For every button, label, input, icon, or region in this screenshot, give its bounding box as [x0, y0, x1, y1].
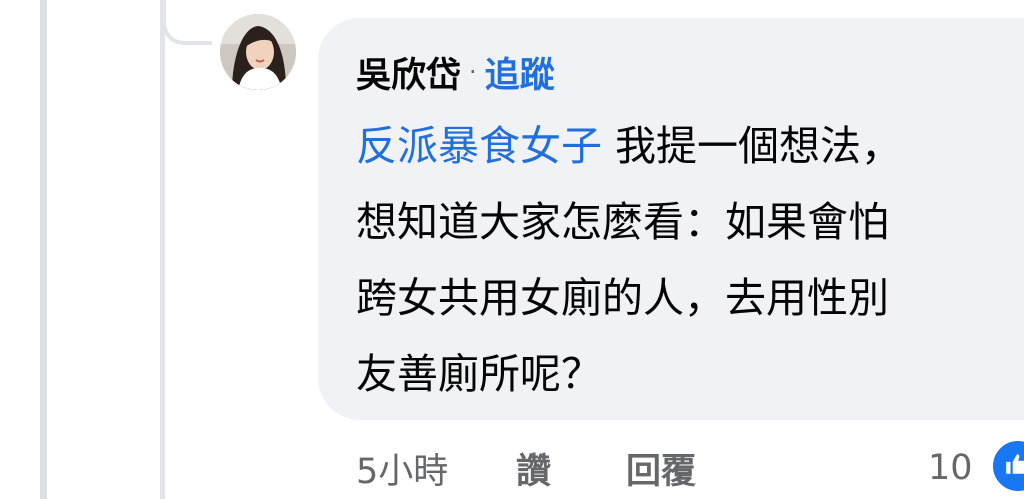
comment-header: 吳欣岱 · 追蹤	[356, 44, 555, 100]
comment-line-4: 友善廁所呢？	[356, 350, 602, 398]
comment-actions: 5小時 讚 回覆	[356, 438, 696, 498]
thumbs-up-icon	[1006, 454, 1024, 474]
avatar[interactable]	[220, 14, 296, 90]
comment-text: 反派暴食女子 我提一個想法， 想知道大家怎麼看：如果會怕 跨女共用女廁的人，去用…	[356, 108, 996, 412]
comment-line-2: 想知道大家怎麼看：如果會怕	[356, 198, 889, 246]
follow-button[interactable]: 追蹤	[485, 47, 555, 98]
comment-line-1: 反派暴食女子 我提一個想法，	[356, 108, 996, 184]
reaction-count[interactable]: 10	[928, 438, 973, 498]
thread-line-inner	[160, 0, 165, 499]
reply-button[interactable]: 回覆	[626, 443, 696, 494]
avatar-image	[220, 14, 296, 90]
thread-line-outer	[40, 0, 47, 499]
comment-timestamp[interactable]: 5小時	[356, 443, 516, 494]
author-name[interactable]: 吳欣岱	[356, 47, 461, 98]
mention-link[interactable]: 反派暴食女子	[356, 122, 602, 170]
thread-connector	[162, 0, 212, 45]
like-button[interactable]: 讚	[516, 443, 626, 494]
header-separator: ·	[469, 58, 477, 86]
comment-line-1-text: 我提一個想法，	[602, 122, 903, 170]
comment-line-3: 跨女共用女廁的人，去用性別	[356, 274, 889, 322]
like-thumb-icon[interactable]	[990, 438, 1024, 494]
